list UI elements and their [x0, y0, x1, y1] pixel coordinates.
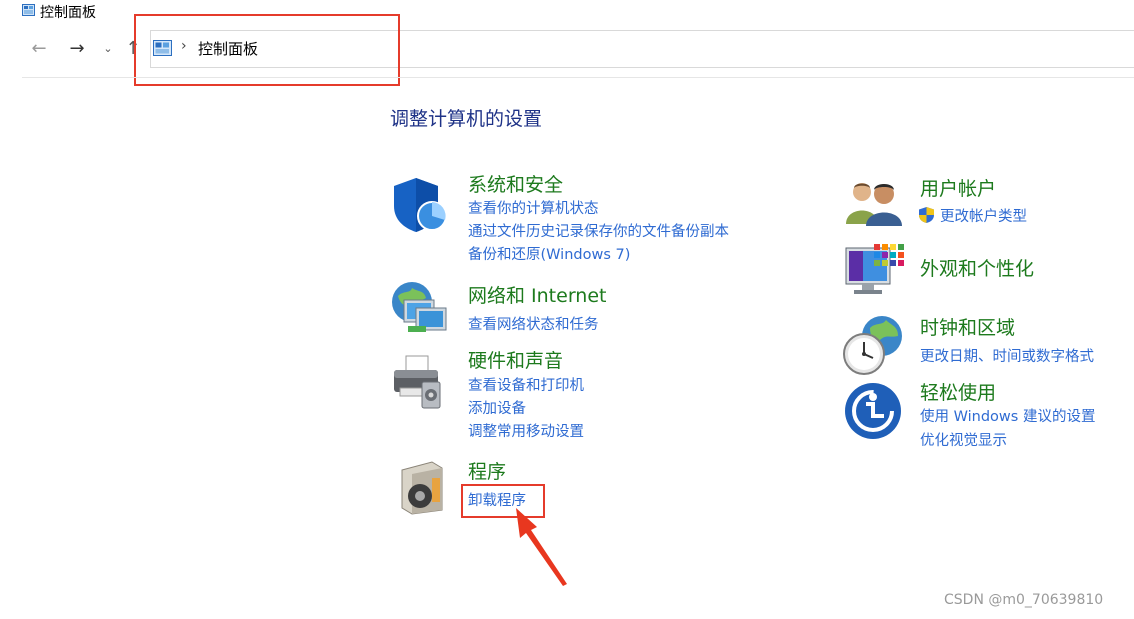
programs-disc-icon: [401, 461, 443, 515]
link-view-computer-status[interactable]: 查看你的计算机状态: [468, 197, 599, 218]
link-change-account-type[interactable]: 更改帐户类型: [940, 205, 1027, 226]
arrow-right-icon: →: [69, 38, 85, 59]
category-appearance-personalization[interactable]: 外观和个性化: [920, 254, 1034, 281]
link-file-history[interactable]: 通过文件历史记录保存你的文件备份副本: [468, 220, 729, 241]
category-hardware-sound[interactable]: 硬件和声音: [468, 346, 563, 373]
shield-icon: [394, 178, 447, 232]
category-system-security[interactable]: 系统和安全: [468, 170, 563, 197]
category-user-accounts[interactable]: 用户帐户: [920, 174, 996, 201]
arrow-left-icon: ←: [31, 38, 47, 59]
red-arrow-annotation: [516, 508, 567, 586]
category-network-internet[interactable]: 网络和 Internet: [468, 281, 606, 308]
link-add-device[interactable]: 添加设备: [468, 397, 526, 418]
back-button[interactable]: ←: [28, 38, 50, 60]
appearance-monitor-icon: [845, 244, 904, 294]
link-backup-restore[interactable]: 备份和还原(Windows 7): [468, 243, 630, 264]
category-ease-of-access[interactable]: 轻松使用: [920, 378, 996, 405]
network-globe-icon: [392, 282, 447, 332]
watermark: CSDN @m0_70639810: [944, 592, 1104, 608]
link-mobility-settings[interactable]: 调整常用移动设置: [468, 420, 584, 441]
category-clock-region[interactable]: 时钟和区域: [920, 313, 1015, 340]
link-change-date-time-format[interactable]: 更改日期、时间或数字格式: [920, 345, 1094, 366]
uac-shield-icon: [919, 207, 934, 223]
ease-of-access-icon: [845, 383, 901, 439]
page-heading: 调整计算机的设置: [390, 108, 543, 130]
printer-icon: [394, 355, 441, 409]
toolbar-divider: [22, 77, 1134, 78]
link-network-status[interactable]: 查看网络状态和任务: [468, 313, 599, 334]
chevron-down-icon: ⌄: [103, 42, 113, 55]
link-optimize-visual-display[interactable]: 优化视觉显示: [920, 429, 1007, 450]
recent-locations-button[interactable]: ⌄: [97, 38, 119, 60]
clock-globe-icon: [843, 316, 902, 375]
control-panel-icon: [22, 4, 35, 16]
link-devices-printers[interactable]: 查看设备和打印机: [468, 374, 584, 395]
window-title: 控制面板: [40, 5, 96, 21]
users-icon: [846, 183, 902, 226]
category-programs[interactable]: 程序: [468, 457, 506, 484]
highlight-box-uninstall: [461, 484, 545, 518]
link-recommended-settings[interactable]: 使用 Windows 建议的设置: [920, 405, 1095, 426]
highlight-box-address: [134, 14, 400, 86]
forward-button[interactable]: →: [66, 38, 88, 60]
